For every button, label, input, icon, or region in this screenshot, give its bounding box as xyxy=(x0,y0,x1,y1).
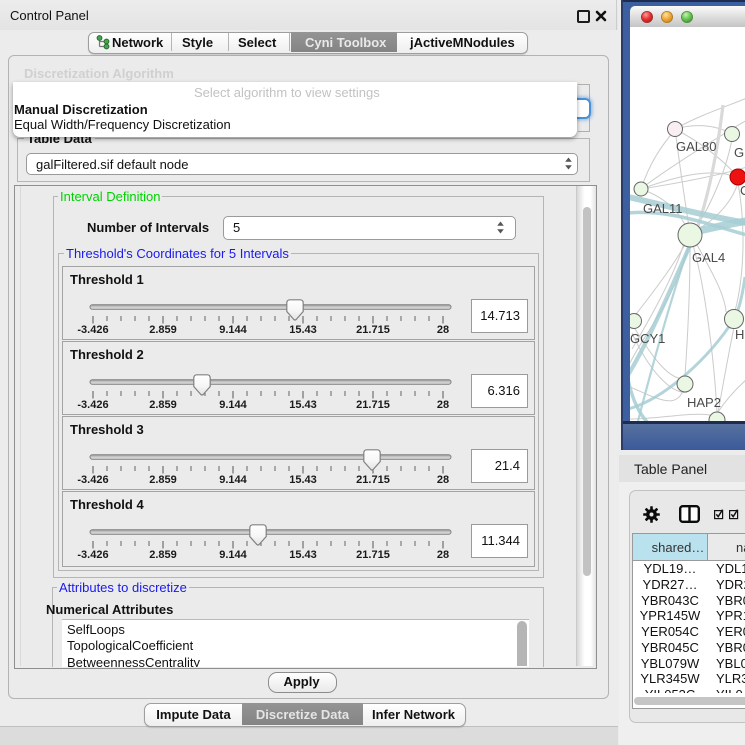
svg-text:-3.426: -3.426 xyxy=(77,549,108,561)
svg-text:21.715: 21.715 xyxy=(356,549,390,561)
svg-text:28: 28 xyxy=(437,324,449,336)
svg-text:9.144: 9.144 xyxy=(219,474,247,486)
svg-text:21.715: 21.715 xyxy=(356,474,390,486)
svg-text:28: 28 xyxy=(437,474,449,486)
svg-text:28: 28 xyxy=(437,399,449,411)
svg-text:9.144: 9.144 xyxy=(219,324,247,336)
svg-text:GCY1: GCY1 xyxy=(630,331,665,346)
svg-text:2.859: 2.859 xyxy=(149,549,177,561)
svg-text:-3.426: -3.426 xyxy=(77,324,108,336)
svg-text:GAL4: GAL4 xyxy=(692,250,725,265)
svg-text:15.43: 15.43 xyxy=(289,324,317,336)
svg-text:2.859: 2.859 xyxy=(149,324,177,336)
svg-text:21.715: 21.715 xyxy=(356,399,390,411)
svg-text:15.43: 15.43 xyxy=(289,399,317,411)
svg-text:2.859: 2.859 xyxy=(149,399,177,411)
svg-text:21.715: 21.715 xyxy=(356,324,390,336)
svg-text:C: C xyxy=(740,183,745,198)
svg-text:2.859: 2.859 xyxy=(149,474,177,486)
svg-text:15.43: 15.43 xyxy=(289,474,317,486)
svg-text:GAL80: GAL80 xyxy=(676,139,716,154)
svg-text:HAP2: HAP2 xyxy=(687,395,721,410)
svg-text:G.: G. xyxy=(734,145,745,160)
svg-text:28: 28 xyxy=(437,549,449,561)
svg-text:GAL11: GAL11 xyxy=(643,201,683,216)
svg-text:-3.426: -3.426 xyxy=(77,399,108,411)
svg-text:15.43: 15.43 xyxy=(289,549,317,561)
svg-text:H: H xyxy=(735,327,744,342)
svg-text:-3.426: -3.426 xyxy=(77,474,108,486)
svg-text:9.144: 9.144 xyxy=(219,399,247,411)
svg-text:9.144: 9.144 xyxy=(219,549,247,561)
